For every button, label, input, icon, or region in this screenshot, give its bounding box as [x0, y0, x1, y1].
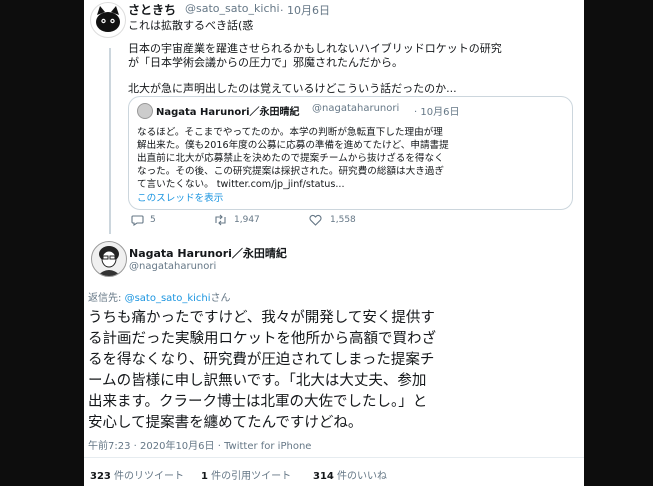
count-number: 1	[201, 471, 208, 482]
quoted-author-name: Nagata Harunori／永田晴紀	[156, 107, 300, 118]
count-label: 件のリツイート	[110, 471, 185, 482]
heart-icon[interactable]	[308, 213, 322, 227]
retweet-icon[interactable]	[212, 213, 228, 227]
quoted-body-line: なった。その後、この研究提案は採択された。研究費の総額は大き過ぎ	[137, 166, 444, 177]
quoted-author-handle: @nagataharunori	[312, 103, 400, 114]
tweet-body-line: 北大が急に声明出したのは覚えているけどこういう話だったのか...	[128, 82, 457, 95]
retweet-count-link[interactable]: 323 件のリツイート	[90, 467, 184, 482]
quoted-body-line: 出直前に北大が応募禁止を決めたので提案チームから抜けざるを得なく	[137, 153, 444, 164]
main-body-line: 安心して提案書を纏めてたんですけどね。	[88, 415, 363, 431]
retweet-count: 1,947	[234, 215, 260, 225]
like-count-link[interactable]: 314 件のいいね	[313, 467, 387, 482]
portrait-icon	[97, 246, 121, 276]
author-name[interactable]: さときち	[128, 1, 176, 18]
quoted-tweet[interactable]: Nagata Harunori／永田晴紀 @nagataharunori · 1…	[128, 96, 573, 210]
divider	[84, 457, 584, 458]
show-thread-link[interactable]: このスレッドを表示	[137, 190, 223, 204]
reply-to-line: 返信先: @sato_sato_kichiさん	[88, 289, 231, 304]
reply-to-prefix: 返信先:	[88, 293, 125, 304]
quote-count-link[interactable]: 1 件の引用ツイート	[201, 467, 291, 482]
main-author-handle[interactable]: @nagataharunori	[129, 261, 216, 272]
main-body-line: る計画だった実験用ロケットを他所から高額で買わざ	[88, 331, 436, 347]
author-handle[interactable]: @sato_sato_kichi	[185, 2, 280, 15]
quoted-avatar	[137, 103, 153, 119]
reply-icon[interactable]	[130, 213, 144, 227]
like-count: 1,558	[330, 215, 356, 225]
main-author-name[interactable]: Nagata Harunori／永田晴紀	[129, 245, 287, 261]
tweet-date[interactable]: · 10月6日	[280, 2, 330, 18]
count-label: 件の引用ツイート	[207, 471, 292, 482]
count-number: 323	[90, 471, 111, 482]
tweet-headline: これは拡散するべき話(惑	[128, 19, 254, 32]
reply-to-suffix: さん	[210, 293, 231, 304]
thread-connector-line	[109, 48, 111, 234]
reply-count: 5	[150, 215, 156, 225]
count-number: 314	[313, 471, 334, 482]
quoted-body-line: 解出来た。僕も2016年度の公募に応募の準備を進めてたけど、申請書提	[137, 140, 449, 151]
tweet-body-line: が「日本学術会議からの圧力で」邪魔されたんだから。	[128, 56, 403, 69]
tweet-card: さときち @sato_sato_kichi · 10月6日 これは拡散するべき話…	[84, 0, 584, 486]
reply-to-handle[interactable]: @sato_sato_kichi	[125, 293, 211, 304]
main-body-line: 出来ます。クラーク博士は北軍の大佐でしたし。」と	[88, 394, 428, 410]
tweet-timestamp[interactable]: 午前7:23 · 2020年10月6日 · Twitter for iPhone	[88, 437, 311, 452]
quoted-body-line: て言いたくない。 twitter.com/jp_jinf/status...	[137, 179, 345, 190]
main-body-line: ームの皆様に申し訳無いです。「北大は大丈夫、参加	[88, 373, 427, 389]
cat-face-icon	[96, 6, 120, 32]
count-label: 件のいいね	[333, 471, 388, 482]
main-body-line: るを得なくなり、研究費が圧迫されてしまった提案チ	[88, 352, 435, 368]
main-body-line: うちも痛かったですけど、我々が開発して安く提供す	[88, 310, 435, 326]
cat-avatar[interactable]	[90, 2, 126, 38]
quoted-body-line: なるほど。そこまでやってたのか。本学の判断が急転直下した理由が理	[137, 127, 443, 138]
quoted-date: · 10月6日	[414, 107, 460, 118]
nagata-avatar[interactable]	[91, 241, 127, 277]
